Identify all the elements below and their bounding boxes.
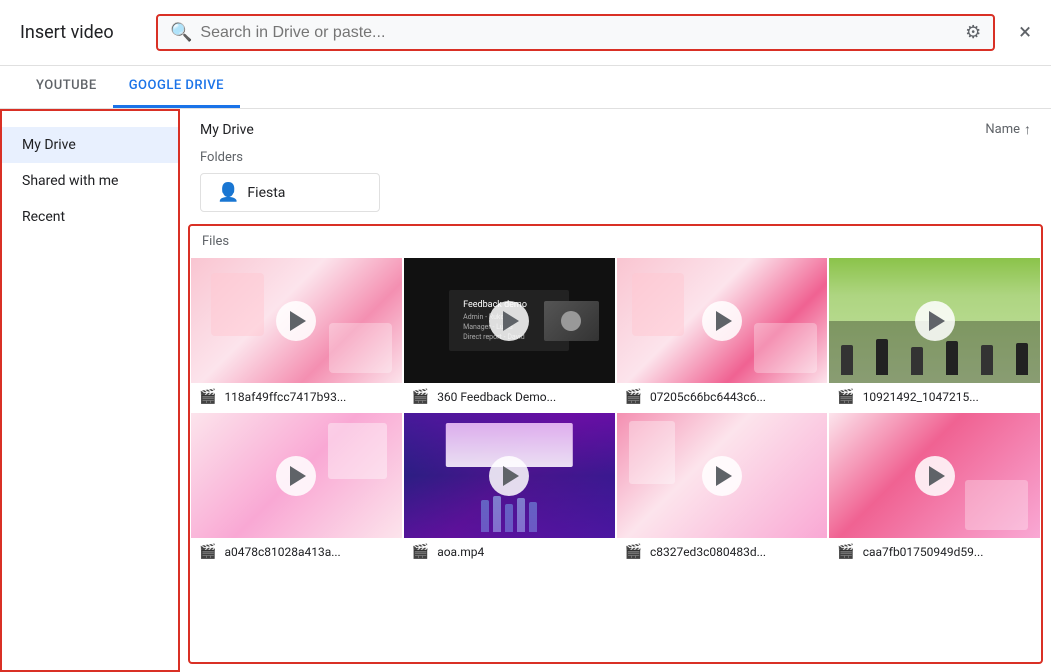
play-arrow-icon bbox=[929, 311, 945, 331]
thumbnail bbox=[191, 413, 402, 538]
folders-row: 👤 Fiesta bbox=[180, 173, 1051, 224]
file-info: 🎬 aoa.mp4 bbox=[404, 538, 615, 566]
video-file-icon: 🎬 bbox=[837, 544, 854, 560]
thumbnail bbox=[829, 413, 1040, 538]
play-arrow-icon bbox=[503, 466, 519, 486]
search-input[interactable] bbox=[200, 24, 957, 42]
file-card[interactable]: 🎬 118af49ffcc7417b93... bbox=[190, 257, 403, 412]
play-arrow-icon bbox=[929, 466, 945, 486]
file-name: 07205c66bc6443c6... bbox=[650, 390, 819, 404]
thumbnail bbox=[617, 413, 828, 538]
thumbnail bbox=[404, 413, 615, 538]
files-label: Files bbox=[190, 226, 1041, 257]
play-button[interactable] bbox=[489, 301, 529, 341]
file-card[interactable]: 🎬 10921492_1047215... bbox=[828, 257, 1041, 412]
close-button[interactable]: × bbox=[1019, 20, 1031, 45]
play-button[interactable] bbox=[702, 301, 742, 341]
file-card[interactable]: 🎬 c8327ed3c080483d... bbox=[616, 412, 829, 567]
file-card[interactable]: 🎬 aoa.mp4 bbox=[403, 412, 616, 567]
file-card[interactable]: 🎬 07205c66bc6443c6... bbox=[616, 257, 829, 412]
folders-label: Folders bbox=[180, 146, 1051, 173]
insert-video-dialog: Insert video 🔍 ⚙ × YOUTUBE GOOGLE DRIVE … bbox=[0, 0, 1051, 672]
video-file-icon: 🎬 bbox=[625, 544, 642, 560]
video-file-icon: 🎬 bbox=[412, 544, 429, 560]
file-name: c8327ed3c080483d... bbox=[650, 545, 819, 559]
video-file-icon: 🎬 bbox=[199, 389, 216, 405]
play-arrow-icon bbox=[290, 311, 306, 331]
folder-icon: 👤 bbox=[217, 182, 239, 203]
file-card[interactable]: Feedback demo Admin - Ruko Manager - Luc… bbox=[403, 257, 616, 412]
play-arrow-icon bbox=[716, 311, 732, 331]
search-bar[interactable]: 🔍 ⚙ bbox=[156, 14, 995, 51]
tab-bar: YOUTUBE GOOGLE DRIVE bbox=[0, 66, 1051, 109]
video-file-icon: 🎬 bbox=[199, 544, 216, 560]
video-file-icon: 🎬 bbox=[412, 389, 429, 405]
file-info: 🎬 118af49ffcc7417b93... bbox=[191, 383, 402, 411]
play-arrow-icon bbox=[716, 466, 732, 486]
thumbnail bbox=[617, 258, 828, 383]
file-info: 🎬 10921492_1047215... bbox=[829, 383, 1040, 411]
play-button[interactable] bbox=[489, 456, 529, 496]
sidebar-item-recent[interactable]: Recent bbox=[2, 199, 178, 235]
file-name: caa7fb01750949d59... bbox=[863, 545, 1032, 559]
play-arrow-icon bbox=[503, 311, 519, 331]
file-card[interactable]: 🎬 a0478c81028a413a... bbox=[190, 412, 403, 567]
sidebar: My Drive Shared with me Recent bbox=[0, 109, 180, 672]
main-content: My Drive Name ↑ Folders 👤 Fiesta Files bbox=[180, 109, 1051, 672]
thumbnail: Feedback demo Admin - Ruko Manager - Luc… bbox=[404, 258, 615, 383]
dialog-body: My Drive Shared with me Recent My Drive … bbox=[0, 109, 1051, 672]
dialog-header: Insert video 🔍 ⚙ × bbox=[0, 0, 1051, 66]
play-button[interactable] bbox=[915, 456, 955, 496]
file-name: 360 Feedback Demo... bbox=[437, 390, 606, 404]
search-icon: 🔍 bbox=[170, 22, 192, 43]
folder-name: Fiesta bbox=[247, 185, 285, 201]
thumbnail bbox=[829, 258, 1040, 383]
play-button[interactable] bbox=[702, 456, 742, 496]
play-arrow-icon bbox=[290, 466, 306, 486]
play-button[interactable] bbox=[915, 301, 955, 341]
file-name: 10921492_1047215... bbox=[863, 390, 1032, 404]
tab-google-drive[interactable]: GOOGLE DRIVE bbox=[113, 66, 240, 108]
file-info: 🎬 a0478c81028a413a... bbox=[191, 538, 402, 566]
thumbnail bbox=[191, 258, 402, 383]
video-file-icon: 🎬 bbox=[625, 389, 642, 405]
name-sort-label: Name bbox=[985, 122, 1020, 137]
play-button[interactable] bbox=[276, 456, 316, 496]
breadcrumb: My Drive bbox=[200, 122, 254, 138]
filter-icon[interactable]: ⚙ bbox=[965, 22, 981, 43]
video-file-icon: 🎬 bbox=[837, 389, 854, 405]
file-info: 🎬 caa7fb01750949d59... bbox=[829, 538, 1040, 566]
folder-item[interactable]: 👤 Fiesta bbox=[200, 173, 380, 212]
file-info: 🎬 360 Feedback Demo... bbox=[404, 383, 615, 411]
file-info: 🎬 07205c66bc6443c6... bbox=[617, 383, 828, 411]
files-section: Files bbox=[188, 224, 1043, 664]
tab-youtube[interactable]: YOUTUBE bbox=[20, 66, 113, 108]
sort-arrow-icon: ↑ bbox=[1024, 121, 1031, 138]
sidebar-item-my-drive[interactable]: My Drive bbox=[2, 127, 178, 163]
file-name: a0478c81028a413a... bbox=[224, 545, 393, 559]
file-card[interactable]: 🎬 caa7fb01750949d59... bbox=[828, 412, 1041, 567]
file-name: 118af49ffcc7417b93... bbox=[224, 390, 393, 404]
files-grid: 🎬 118af49ffcc7417b93... Feedback demo Ad… bbox=[190, 257, 1041, 567]
play-button[interactable] bbox=[276, 301, 316, 341]
breadcrumb-row: My Drive Name ↑ bbox=[180, 109, 1051, 146]
dialog-title: Insert video bbox=[20, 22, 140, 43]
name-sort[interactable]: Name ↑ bbox=[985, 121, 1031, 138]
file-name: aoa.mp4 bbox=[437, 545, 606, 559]
file-info: 🎬 c8327ed3c080483d... bbox=[617, 538, 828, 566]
sidebar-item-shared-with-me[interactable]: Shared with me bbox=[2, 163, 178, 199]
